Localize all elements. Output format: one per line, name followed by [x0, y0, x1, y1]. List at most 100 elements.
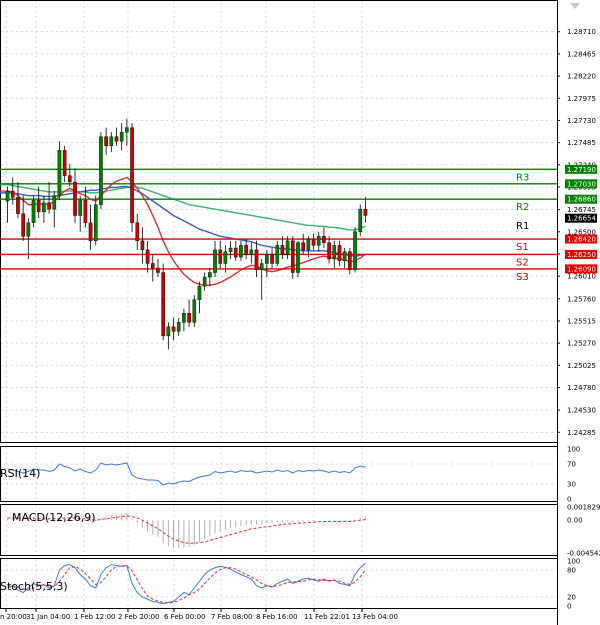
rsi-label: RSI(14) — [0, 467, 40, 480]
candle-body — [223, 251, 228, 264]
candle-body — [254, 249, 259, 271]
candle-body — [171, 326, 176, 332]
candles — [5, 118, 368, 350]
candle-body — [125, 127, 129, 133]
candle-body — [166, 326, 171, 337]
candle-body — [135, 222, 140, 242]
candle-body — [259, 263, 264, 271]
candle-body — [353, 231, 357, 271]
candle-body — [36, 199, 41, 213]
candle-body — [78, 199, 83, 216]
level-price-label: 1.26654 — [567, 215, 596, 223]
candle-body — [285, 240, 290, 255]
time-tick-label: 2 Feb 20:00 — [118, 613, 159, 621]
level-price-label: 1.26420 — [567, 236, 596, 244]
time-tick-label: 7 Feb 08:00 — [211, 613, 252, 621]
price-tick-label: 1.25760 — [567, 295, 596, 303]
candle-body — [280, 245, 285, 255]
candle-body — [337, 245, 342, 261]
stoch-tick-label: 20 — [567, 594, 576, 602]
pivot-levels: R3 R2 R1 S1 S2 S3 — [0, 168, 557, 283]
rsi-tick-label: 100 — [567, 446, 580, 454]
price-tick-label: 1.26010 — [567, 273, 596, 281]
time-tick-label: n 20:00 — [0, 613, 27, 621]
candle-body — [192, 299, 197, 323]
candle-body — [311, 238, 316, 246]
candle-body — [213, 249, 217, 273]
price-tick-label: 1.27730 — [567, 117, 596, 125]
candle-body — [88, 222, 93, 242]
candle-body — [47, 202, 51, 210]
candle-body — [16, 197, 20, 214]
candle-body — [182, 313, 186, 323]
candle-body — [233, 247, 238, 258]
candle-body — [208, 272, 212, 278]
candle-body — [21, 213, 25, 237]
candle-body — [306, 238, 311, 251]
price-tick-label: 1.26745 — [567, 206, 596, 214]
candle-body — [31, 199, 36, 223]
rsi-tick-label: 30 — [567, 481, 576, 489]
macd-tick-label: 0.00 — [567, 517, 583, 525]
candle-body — [130, 127, 134, 223]
time-axis: n 20:00 31 Jan 04:00 1 Feb 12:00 2 Feb 20:0… — [0, 609, 398, 621]
candle-body — [275, 245, 280, 264]
pivot-level-name: S3 — [516, 272, 529, 283]
candle-body — [249, 249, 254, 255]
candle-body — [239, 245, 243, 258]
candle-body — [114, 136, 119, 142]
candle-body — [42, 202, 46, 213]
price-tick-label: 1.27975 — [567, 95, 596, 103]
price-tick-label: 1.25515 — [567, 317, 596, 325]
candle-body — [10, 190, 15, 198]
price-tick-label: 1.25270 — [567, 340, 596, 348]
candle-body — [161, 272, 165, 337]
level-price-label: 1.26860 — [567, 196, 596, 204]
price-tick-label: 1.28465 — [567, 50, 596, 58]
macd-label: MACD(12,26,9) — [12, 511, 96, 524]
scroll-marker-icon[interactable] — [570, 3, 580, 9]
candle-body — [52, 195, 57, 210]
stoch-tick-label: 0 — [567, 603, 571, 611]
candle-body — [197, 285, 202, 300]
candle-body — [150, 263, 155, 269]
candle-body — [228, 247, 233, 252]
candle-body — [363, 208, 368, 216]
level-price-label: 1.26090 — [567, 265, 596, 273]
candle-body — [5, 190, 10, 202]
price-tick-label: 1.24780 — [567, 384, 596, 392]
candle-body — [290, 240, 295, 273]
candle-body — [109, 136, 114, 146]
price-axis: 1.28710 1.28465 1.28220 1.27975 1.27730 1.274… — [557, 28, 596, 437]
stoch-tick-label: 100 — [567, 558, 580, 566]
time-tick-label: 11 Feb 22:01 — [304, 613, 350, 621]
candle-body — [332, 245, 337, 260]
price-tick-label: 1.25025 — [567, 362, 596, 370]
price-tick-label: 1.28220 — [567, 73, 596, 81]
candle-body — [322, 236, 326, 243]
rsi-panel: 100 70 30 0 — [1, 446, 580, 504]
price-tick-label: 1.28710 — [567, 28, 596, 36]
price-tick-label: 1.27485 — [567, 139, 596, 147]
candle-body — [62, 150, 67, 176]
rsi-tick-label: 70 — [567, 461, 576, 469]
candle-body — [265, 254, 269, 264]
candle-body — [119, 132, 124, 142]
macd-tick-label: 0.001829 — [567, 504, 600, 512]
candle-body — [296, 242, 300, 273]
candle-body — [316, 236, 321, 246]
candle-body — [104, 136, 108, 146]
level-price-label: 1.27190 — [567, 166, 596, 174]
pivot-level-name: S2 — [516, 257, 529, 268]
candle-body — [26, 222, 31, 237]
time-tick-label: 1 Feb 12:00 — [74, 613, 115, 621]
candle-body — [93, 204, 98, 242]
level-price-boxes: 1.27190 1.27030 1.26860 1.26654 1.26420 1.262… — [565, 164, 597, 274]
candle-body — [140, 240, 145, 251]
stoch-label: Stoch(5,5,3) — [0, 580, 68, 593]
candle-body — [156, 267, 160, 273]
candle-body — [244, 245, 248, 255]
candle-body — [57, 150, 62, 196]
candle-body — [99, 136, 103, 205]
candle-body — [270, 254, 274, 264]
